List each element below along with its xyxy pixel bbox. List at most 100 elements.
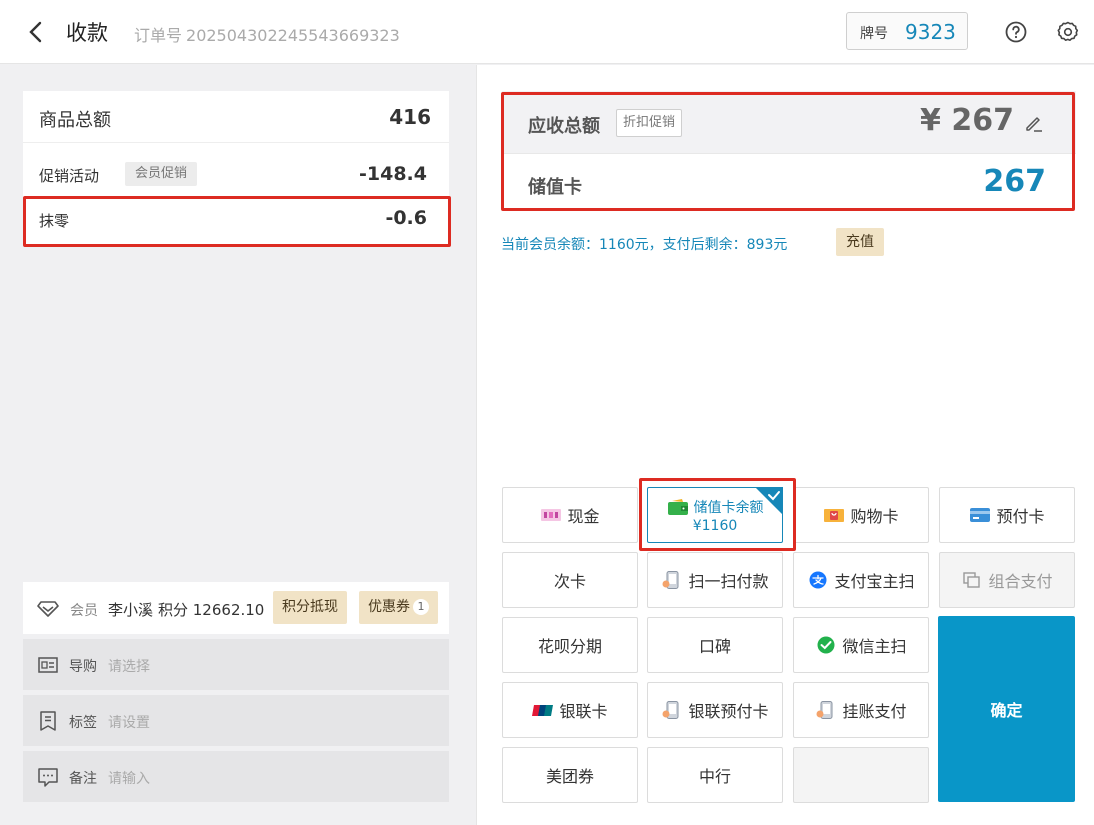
promotion-badge: 会员促销	[125, 162, 198, 186]
pay-combo-button[interactable]: 组合支付	[939, 552, 1075, 608]
bookmark-icon	[37, 710, 59, 732]
stored-card-label: 储值卡	[528, 177, 582, 198]
pay-unionpay-button[interactable]: 银联卡	[502, 682, 638, 738]
pay-koubei-label: 口碑	[698, 637, 731, 656]
promotion-label: 促销活动	[39, 167, 100, 185]
stored-card-row: 储值卡 267	[502, 153, 1076, 212]
pay-empty-slot	[793, 747, 929, 803]
pay-unionpay-prepaid-button[interactable]: 银联预付卡	[647, 682, 783, 738]
pay-times-card-label: 次卡	[553, 572, 586, 591]
pay-shopping-card-button[interactable]: 购物卡	[793, 487, 929, 543]
remark-label: 备注	[69, 771, 97, 787]
stored-card-amount: 267	[983, 164, 1046, 199]
amount-due-label: 应收总额	[528, 116, 600, 137]
pay-unionpay-label: 银联卡	[559, 702, 608, 721]
phone-scan-icon	[661, 571, 683, 589]
pay-wechat-button[interactable]: 微信主扫	[793, 617, 929, 673]
guide-label: 导购	[69, 659, 97, 675]
recharge-button[interactable]: 充值	[836, 228, 884, 256]
amount-due-row: 应收总额 折扣促销 ¥ 267	[502, 91, 1076, 153]
promotion-row: 促销活动 会员促销 -148.4	[23, 157, 449, 191]
pay-bank-button[interactable]: 中行	[647, 747, 783, 803]
alipay-icon	[807, 571, 829, 589]
coupon-button[interactable]: 优惠券 1	[359, 591, 438, 624]
guide-select-row[interactable]: 导购 请选择	[23, 639, 449, 690]
pay-huabei-button[interactable]: 花呗分期	[502, 617, 638, 673]
id-card-icon	[37, 654, 59, 676]
cash-icon	[540, 506, 562, 524]
shopping-bag-icon	[823, 506, 845, 524]
remark-input-row[interactable]: 备注 请输入	[23, 751, 449, 802]
wechat-icon	[815, 636, 837, 654]
points-redeem-label: 积分抵现	[282, 599, 338, 615]
help-icon[interactable]	[1004, 20, 1028, 44]
discount-promo-button[interactable]: 折扣促销	[616, 109, 683, 137]
member-card: 会员 李小溪 积分 12662.10 积分抵现 优惠券 1	[23, 582, 449, 634]
pay-meituan-button[interactable]: 美团券	[502, 747, 638, 803]
tag-number-box[interactable]: 牌号 9323	[846, 12, 968, 50]
pay-credit-label: 挂账支付	[842, 702, 907, 721]
pay-cash-button[interactable]: 现金	[502, 487, 638, 543]
promotion-value: -148.4	[359, 163, 427, 185]
order-number: 订单号 20250430224554366932​3	[130, 22, 400, 46]
tag-number-value: 9323	[905, 20, 956, 44]
diamond-icon	[37, 598, 59, 618]
page-title: 收款	[66, 21, 108, 45]
stored-value-title: 储值卡余额	[667, 497, 764, 517]
goods-total-value: 416	[389, 105, 431, 129]
goods-total-label: 商品总额	[39, 110, 111, 131]
pay-meituan-label: 美团券	[545, 767, 594, 786]
pay-combo-label: 组合支付	[988, 572, 1053, 591]
order-number-value: 20250430224554366932​3	[186, 26, 400, 45]
combo-icon	[961, 571, 983, 589]
amount-due-card: 应收总额 折扣促销 ¥ 267 储值卡 267	[502, 91, 1076, 212]
coupon-count-badge: 1	[413, 599, 429, 615]
tag-number-label: 牌号	[860, 26, 888, 42]
pay-wechat-label: 微信主扫	[842, 637, 907, 656]
order-number-label: 订单号	[134, 26, 183, 45]
wallet-icon	[667, 498, 689, 516]
bank-card-icon	[969, 506, 991, 524]
points-redeem-button[interactable]: 积分抵现	[273, 591, 347, 624]
confirm-button[interactable]: 确定	[938, 616, 1075, 802]
order-summary-card: 商品总额 416 促销活动 会员促销 -148.4 抹零 -0.6	[23, 91, 449, 246]
remark-placeholder: 请输入	[108, 771, 150, 787]
pay-scan-button[interactable]: 扫一扫付款	[647, 552, 783, 608]
unionpay-icon	[532, 701, 554, 719]
edit-pencil-icon[interactable]	[1024, 113, 1044, 133]
selected-check-icon	[755, 487, 783, 515]
goods-total-row: 商品总额 416	[23, 91, 449, 143]
tag-placeholder: 请设置	[108, 715, 150, 731]
pay-prepaid-card-label: 预付卡	[996, 507, 1045, 526]
coupon-label: 优惠券	[368, 599, 410, 615]
amount-due-value: ¥ 267	[920, 103, 1014, 138]
pay-alipay-button[interactable]: 支付宝主扫	[793, 552, 929, 608]
pay-shopping-card-label: 购物卡	[850, 507, 899, 526]
back-icon[interactable]	[24, 18, 48, 46]
member-name: 李小溪	[108, 601, 154, 619]
member-points: 积分 12662.10	[158, 601, 265, 619]
pay-huabei-label: 花呗分期	[537, 637, 602, 656]
rounding-value: -0.6	[385, 207, 427, 229]
phone-pay-icon	[661, 701, 683, 719]
pay-times-card-button[interactable]: 次卡	[502, 552, 638, 608]
pay-scan-label: 扫一扫付款	[688, 572, 769, 591]
member-balance-text: 当前会员余额：1160元，支付后剩余：893元	[501, 237, 788, 253]
stored-value-label: 储值卡余额	[693, 499, 764, 516]
pay-cash-label: 现金	[567, 507, 600, 526]
pay-koubei-button[interactable]: 口碑	[647, 617, 783, 673]
stored-value-amount: ¥1160	[692, 517, 738, 534]
comment-icon	[37, 766, 59, 788]
pay-prepaid-card-button[interactable]: 预付卡	[939, 487, 1075, 543]
tag-label: 标签	[69, 715, 97, 731]
pay-stored-value-button[interactable]: 储值卡余额 ¥1160	[647, 487, 783, 543]
settings-gear-icon[interactable]	[1056, 20, 1080, 44]
pay-alipay-label: 支付宝主扫	[834, 572, 915, 591]
confirm-label: 确定	[990, 701, 1023, 720]
member-label: 会员	[70, 603, 98, 619]
pay-bank-label: 中行	[698, 767, 731, 786]
tag-set-row[interactable]: 标签 请设置	[23, 695, 449, 746]
pay-credit-button[interactable]: 挂账支付	[793, 682, 929, 738]
pay-unionpay-prepaid-label: 银联预付卡	[688, 702, 769, 721]
rounding-label: 抹零	[39, 212, 70, 230]
